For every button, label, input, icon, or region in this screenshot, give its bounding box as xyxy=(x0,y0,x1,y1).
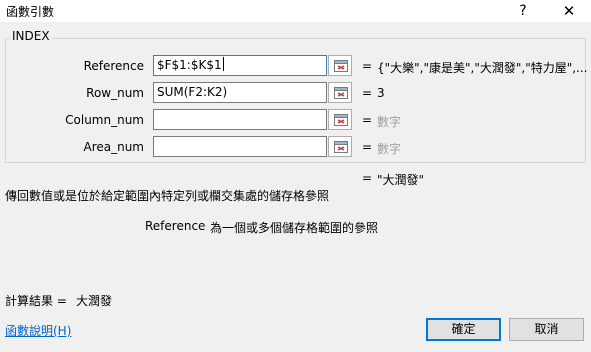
dialog-title: 函數引數 xyxy=(6,5,55,19)
range-select-icon xyxy=(334,60,348,72)
row-num-result: 3 xyxy=(377,86,385,100)
calc-result-label: 計算結果 = xyxy=(5,294,67,308)
argument-help-text: 為一個或多個儲存格範圍的參照 xyxy=(210,221,379,235)
reference-input-value: $F$1:$K$1 xyxy=(157,58,222,72)
range-select-icon xyxy=(334,114,348,126)
area-num-equals: = xyxy=(362,140,373,154)
text-caret xyxy=(222,57,224,71)
ok-button[interactable]: 確定 xyxy=(426,318,501,341)
area-num-input[interactable] xyxy=(153,136,327,157)
column-num-result: 數字 xyxy=(377,115,402,129)
help-button[interactable]: ? xyxy=(503,0,543,22)
column-num-collapse-button[interactable] xyxy=(328,109,352,130)
area-num-result: 數字 xyxy=(377,142,402,156)
row-num-input-value: SUM(F2:K2) xyxy=(157,85,228,99)
column-num-equals: = xyxy=(362,113,373,127)
range-select-icon xyxy=(334,141,348,153)
argument-help-name: Reference xyxy=(145,219,206,233)
reference-result: {"大樂","康是美","大潤發","特力屋",... xyxy=(377,61,588,75)
cancel-button[interactable]: 取消 xyxy=(509,318,584,341)
column-num-label: Column_num xyxy=(65,113,144,127)
row-num-collapse-button[interactable] xyxy=(328,82,352,103)
range-select-icon xyxy=(334,87,348,99)
close-button[interactable]: ✕ xyxy=(549,0,589,22)
row-num-equals: = xyxy=(362,86,373,100)
area-num-label: Area_num xyxy=(83,140,144,154)
function-name-label: INDEX xyxy=(10,29,52,43)
row-num-label: Row_num xyxy=(86,86,144,100)
column-num-input[interactable] xyxy=(153,109,327,130)
function-help-link[interactable]: 函數說明(H) xyxy=(5,322,71,339)
reference-collapse-button[interactable] xyxy=(328,55,352,76)
area-num-collapse-button[interactable] xyxy=(328,136,352,157)
function-description: 傳回數值或是位於給定範圍內特定列或欄交集處的儲存格參照 xyxy=(5,189,330,203)
title-bar: 函數引數 ? ✕ xyxy=(0,0,591,22)
reference-input[interactable]: $F$1:$K$1 xyxy=(153,55,327,76)
reference-equals: = xyxy=(362,59,373,73)
formula-result-equals: = xyxy=(362,171,373,185)
formula-result: "大潤發" xyxy=(377,173,425,187)
calc-result-value: 大潤發 xyxy=(76,294,113,308)
row-num-input[interactable]: SUM(F2:K2) xyxy=(153,82,327,103)
reference-label: Reference xyxy=(83,59,144,73)
